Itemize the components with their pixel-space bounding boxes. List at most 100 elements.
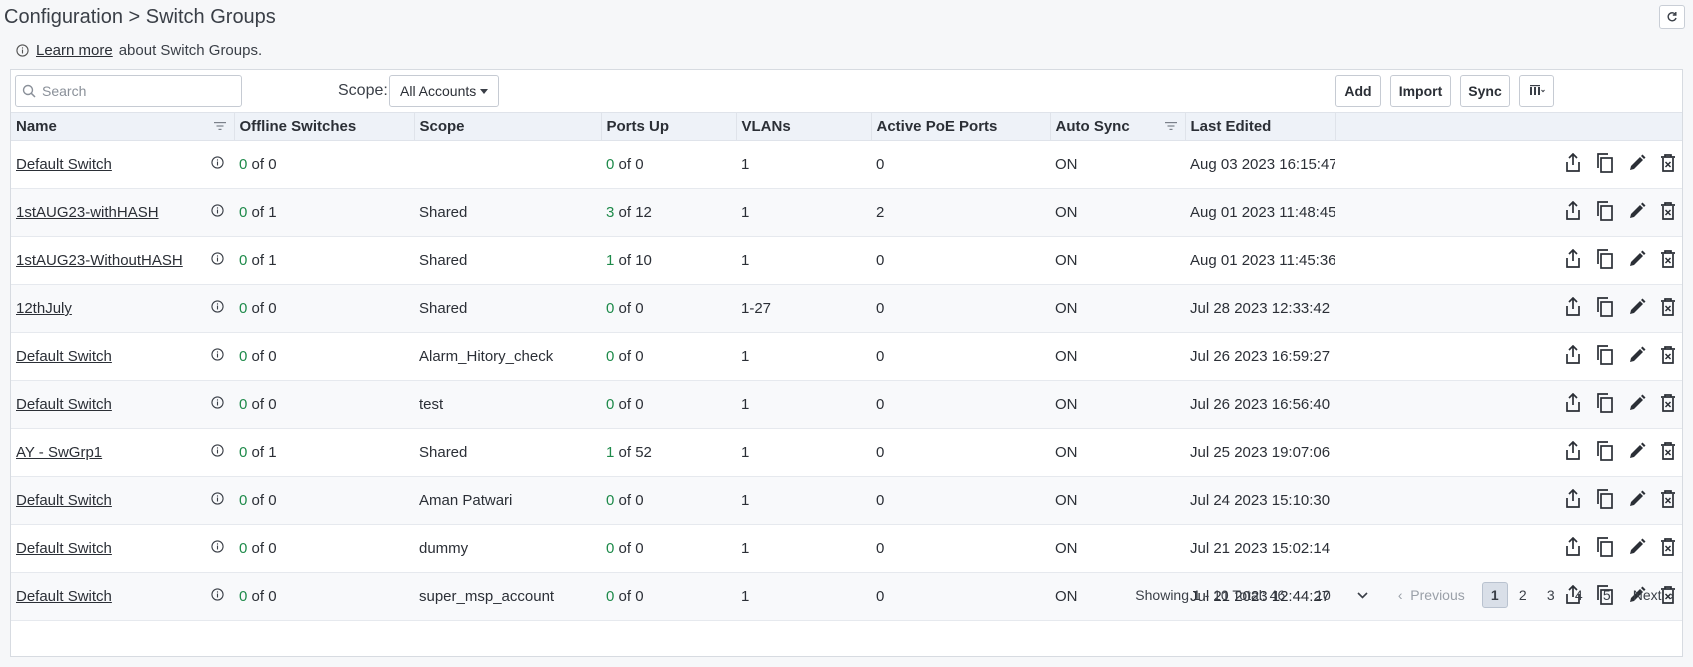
info-icon[interactable] <box>211 348 224 365</box>
export-icon[interactable] <box>1564 392 1582 417</box>
learn-more-link[interactable]: Learn more <box>36 42 113 59</box>
table-row[interactable]: 12thJuly 0 of 0 Shared 0 of 0 1-27 0 ON Jul 28 … <box>11 284 1682 333</box>
delete-icon[interactable] <box>1660 441 1676 464</box>
edit-icon[interactable] <box>1628 298 1646 320</box>
switch-group-link[interactable]: Default Switch <box>16 492 112 509</box>
info-icon[interactable] <box>211 156 224 173</box>
copy-icon[interactable] <box>1596 296 1614 321</box>
switch-group-link[interactable]: 12thJuly <box>16 300 72 317</box>
table-row[interactable]: Default Switch 0 of 0 Aman Patwari 0 of 010… <box>11 476 1682 525</box>
table-row[interactable]: Default Switch 0 of 00 of 0 1 0 ON Aug 03 202… <box>11 140 1682 189</box>
scope-dropdown[interactable]: All Accounts <box>389 75 499 107</box>
edit-icon[interactable] <box>1628 490 1646 512</box>
column-header-vlans[interactable]: VLANs <box>736 112 872 141</box>
table-row[interactable]: Default Switch 0 of 0 Alarm_Hitory_check 0 … <box>11 332 1682 381</box>
vlans-cell: 1 <box>736 332 871 381</box>
info-icon[interactable] <box>211 492 224 509</box>
delete-icon[interactable] <box>1660 345 1676 368</box>
next-page-button[interactable]: Next › <box>1633 587 1674 603</box>
column-header-last-edited[interactable]: Last Edited <box>1185 112 1336 141</box>
add-button[interactable]: Add <box>1335 75 1381 107</box>
filter-icon[interactable] <box>1164 121 1177 131</box>
page-5-button[interactable]: 5 <box>1594 582 1620 608</box>
column-header-actions <box>1335 112 1682 141</box>
row-actions <box>1335 476 1682 525</box>
export-icon[interactable] <box>1564 344 1582 369</box>
search-icon <box>22 84 36 98</box>
table-row[interactable]: AY - SwGrp1 0 of 1 Shared 1 of 52 1 0 ON Jul 25… <box>11 428 1682 477</box>
copy-icon[interactable] <box>1596 440 1614 465</box>
info-icon[interactable] <box>211 396 224 413</box>
switch-group-link[interactable]: Default Switch <box>16 156 112 173</box>
delete-icon[interactable] <box>1660 201 1676 224</box>
sync-button[interactable]: Sync <box>1460 75 1510 107</box>
edit-icon[interactable] <box>1628 442 1646 464</box>
info-icon[interactable] <box>211 540 224 557</box>
column-header-offline[interactable]: Offline Switches <box>234 112 415 141</box>
edit-icon[interactable] <box>1628 346 1646 368</box>
page-3-button[interactable]: 3 <box>1538 582 1564 608</box>
search-box[interactable] <box>15 75 242 107</box>
copy-icon[interactable] <box>1596 344 1614 369</box>
edit-icon[interactable] <box>1628 250 1646 272</box>
page-size-select[interactable]: 10 <box>1315 587 1368 603</box>
info-icon[interactable] <box>211 300 224 317</box>
column-header-poe[interactable]: Active PoE Ports <box>871 112 1051 141</box>
export-icon[interactable] <box>1564 200 1582 225</box>
copy-icon[interactable] <box>1596 392 1614 417</box>
export-icon[interactable] <box>1564 440 1582 465</box>
page-1-button[interactable]: 1 <box>1481 582 1508 608</box>
import-button[interactable]: Import <box>1390 75 1451 107</box>
edit-icon[interactable] <box>1628 538 1646 560</box>
switch-group-link[interactable]: Default Switch <box>16 396 112 413</box>
refresh-icon <box>1667 12 1677 22</box>
previous-page-button[interactable]: ‹ Previous <box>1398 587 1465 603</box>
page-4-button[interactable]: 4 <box>1566 582 1592 608</box>
export-icon[interactable] <box>1564 152 1582 177</box>
switch-group-link[interactable]: 1stAUG23-WithoutHASH <box>16 252 183 269</box>
delete-icon[interactable] <box>1660 489 1676 512</box>
switch-group-link[interactable]: Default Switch <box>16 540 112 557</box>
scope-cell: test <box>414 380 601 429</box>
edit-icon[interactable] <box>1628 394 1646 416</box>
export-icon[interactable] <box>1564 536 1582 561</box>
delete-icon[interactable] <box>1660 153 1676 176</box>
delete-icon[interactable] <box>1660 537 1676 560</box>
copy-icon[interactable] <box>1596 488 1614 513</box>
refresh-button[interactable] <box>1659 5 1685 29</box>
edit-icon[interactable] <box>1628 202 1646 224</box>
switch-group-link[interactable]: AY - SwGrp1 <box>16 444 102 461</box>
auto-sync-cell: ON <box>1050 188 1185 237</box>
info-icon[interactable] <box>211 588 224 605</box>
export-icon[interactable] <box>1564 296 1582 321</box>
search-input[interactable] <box>40 82 234 100</box>
info-icon[interactable] <box>211 204 224 221</box>
switch-group-link[interactable]: 1stAUG23-withHASH <box>16 204 159 221</box>
column-header-name[interactable]: Name <box>11 112 235 141</box>
export-icon[interactable] <box>1564 488 1582 513</box>
filter-icon[interactable] <box>213 121 226 131</box>
export-icon[interactable] <box>1564 248 1582 273</box>
table-row[interactable]: 1stAUG23-WithoutHASH 0 of 1 Shared 1 of 10 1… <box>11 236 1682 285</box>
switch-group-link[interactable]: Default Switch <box>16 588 112 605</box>
switch-group-link[interactable]: Default Switch <box>16 348 112 365</box>
column-header-auto-sync[interactable]: Auto Sync <box>1050 112 1186 141</box>
column-settings-button[interactable] <box>1519 75 1554 107</box>
copy-icon[interactable] <box>1596 536 1614 561</box>
scope-cell: dummy <box>414 524 601 573</box>
edit-icon[interactable] <box>1628 154 1646 176</box>
page-2-button[interactable]: 2 <box>1510 582 1536 608</box>
delete-icon[interactable] <box>1660 249 1676 272</box>
info-icon[interactable] <box>211 252 224 269</box>
delete-icon[interactable] <box>1660 297 1676 320</box>
table-row[interactable]: Default Switch 0 of 0 dummy 0 of 0 1 0 ON Jul 2… <box>11 524 1682 573</box>
table-row[interactable]: 1stAUG23-withHASH 0 of 1 Shared 3 of 12 1 2 ON… <box>11 188 1682 237</box>
column-header-ports-up[interactable]: Ports Up <box>601 112 737 141</box>
info-icon[interactable] <box>211 444 224 461</box>
copy-icon[interactable] <box>1596 152 1614 177</box>
copy-icon[interactable] <box>1596 200 1614 225</box>
copy-icon[interactable] <box>1596 248 1614 273</box>
table-row[interactable]: Default Switch 0 of 0 test 0 of 0 1 0 ON Jul 26… <box>11 380 1682 429</box>
column-header-scope[interactable]: Scope <box>414 112 602 141</box>
delete-icon[interactable] <box>1660 393 1676 416</box>
